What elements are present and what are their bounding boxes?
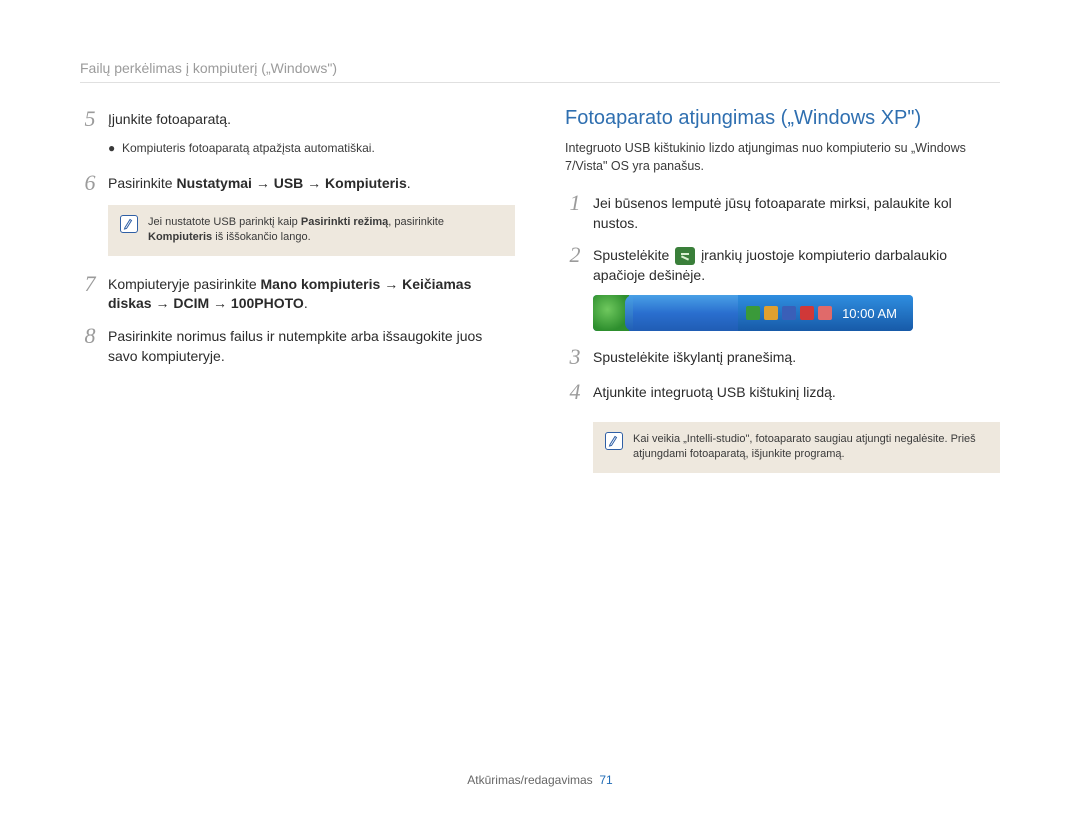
step-text: Pasirinkite Nustatymai → USB → Kompiuter… [108,171,411,194]
step-5: 5 Įjunkite fotoaparatą. [80,107,515,131]
step-6: 6 Pasirinkite Nustatymai → USB → Kompiut… [80,171,515,195]
header-title: Failų perkėlimas į kompiuterį („Windows"… [80,60,337,76]
section-title: Fotoaparato atjungimas („Windows XP") [565,107,1000,130]
step-number: 5 [80,107,100,131]
columns: 5 Įjunkite fotoaparatą. ● Kompiuteris fo… [80,107,1000,785]
step-2: 2 Spustelėkite įrankių juostoje kompiute… [565,243,1000,285]
step-8: 8 Pasirinkite norimus failus ir nutempki… [80,324,515,366]
page-header: Failų perkėlimas į kompiuterį („Windows"… [80,60,1000,83]
tray-display-icon [782,306,796,320]
step-text: Įjunkite fotoaparatą. [108,107,231,130]
bullet-dot: ● [108,141,116,157]
taskbar-clock: 10:00 AM [836,306,907,321]
section-intro: Integruoto USB kištukinio lizdo atjungim… [565,140,1000,175]
step-text: Kompiuteryje pasirinkite Mano kompiuteri… [108,272,515,314]
windows-taskbar: 10:00 AM [593,295,913,331]
step-3: 3 Spustelėkite iškylantį pranešimą. [565,345,1000,369]
tray-volume-icon [800,306,814,320]
note-text: Kai veikia „Intelli-studio", fotoaparato… [633,432,988,463]
footer-label: Atkūrimas/redagavimas [467,773,592,787]
system-tray: 10:00 AM [738,295,913,331]
step-text: Spustelėkite įrankių juostoje kompiuteri… [593,243,1000,285]
step-number: 3 [565,345,585,369]
step-number: 2 [565,243,585,267]
left-column: 5 Įjunkite fotoaparatą. ● Kompiuteris fo… [80,107,515,785]
step-1: 1 Jei būsenos lemputė jūsų fotoaparate m… [565,191,1000,233]
step-number: 6 [80,171,100,195]
tray-network-icon [818,306,832,320]
step-4: 4 Atjunkite integruotą USB kištukinį liz… [565,380,1000,404]
step-number: 4 [565,380,585,404]
step-text: Spustelėkite iškylantį pranešimą. [593,345,796,368]
step-text: Pasirinkite norimus failus ir nutempkite… [108,324,515,366]
page-footer: Atkūrimas/redagavimas 71 [0,773,1080,787]
page-content: Failų perkėlimas į kompiuterį („Windows"… [80,60,1000,785]
step-7: 7 Kompiuteryje pasirinkite Mano kompiute… [80,272,515,314]
step-text: Atjunkite integruotą USB kištukinį lizdą… [593,380,836,403]
note-box: Jei nustatote USB parinktį kaip Pasirink… [108,205,515,256]
note-icon [605,432,623,450]
note-box: Kai veikia „Intelli-studio", fotoaparato… [593,422,1000,473]
tray-remove-hardware-icon [746,306,760,320]
step-5-sub: ● Kompiuteris fotoaparatą atpažįsta auto… [108,141,515,157]
step-number: 7 [80,272,100,296]
step-number: 1 [565,191,585,215]
page-number: 71 [599,773,612,787]
safely-remove-icon [675,247,695,265]
tray-shield-icon [764,306,778,320]
start-button-icon [593,295,629,331]
step-number: 8 [80,324,100,348]
sub-text: Kompiuteris fotoaparatą atpažįsta automa… [122,141,375,157]
step-text: Jei būsenos lemputė jūsų fotoaparate mir… [593,191,1000,233]
note-text: Jei nustatote USB parinktį kaip Pasirink… [148,215,503,246]
right-column: Fotoaparato atjungimas („Windows XP") In… [565,107,1000,785]
note-icon [120,215,138,233]
